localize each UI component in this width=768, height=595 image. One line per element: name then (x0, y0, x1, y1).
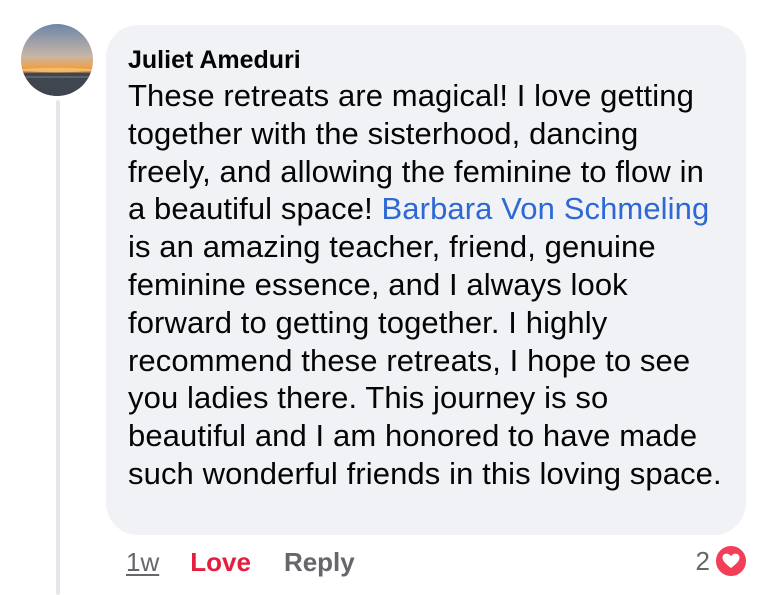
reaction-count: 2 (695, 545, 710, 576)
comment-actions: 1w Love Reply (126, 545, 355, 579)
love-button[interactable]: Love (190, 547, 251, 578)
comment-bubble: Juliet Ameduri These retreats are magica… (106, 25, 746, 535)
avatar-image (21, 24, 93, 96)
thread-connector-line (56, 100, 60, 595)
comment-author[interactable]: Juliet Ameduri (128, 45, 724, 75)
comment-timestamp[interactable]: 1w (126, 547, 159, 578)
reaction-summary[interactable]: 2 (696, 544, 748, 578)
heart-icon (722, 553, 740, 568)
reply-button[interactable]: Reply (284, 547, 355, 578)
heart-reaction-badge (714, 544, 748, 578)
comment-text-after-mention: is an amazing teacher, friend, genuine f… (128, 229, 722, 491)
mention-link[interactable]: Barbara Von Schmeling (382, 191, 710, 226)
avatar[interactable] (21, 24, 93, 96)
comment-text: These retreats are magical! I love getti… (128, 77, 724, 493)
comment-thread: Juliet Ameduri These retreats are magica… (0, 0, 768, 595)
